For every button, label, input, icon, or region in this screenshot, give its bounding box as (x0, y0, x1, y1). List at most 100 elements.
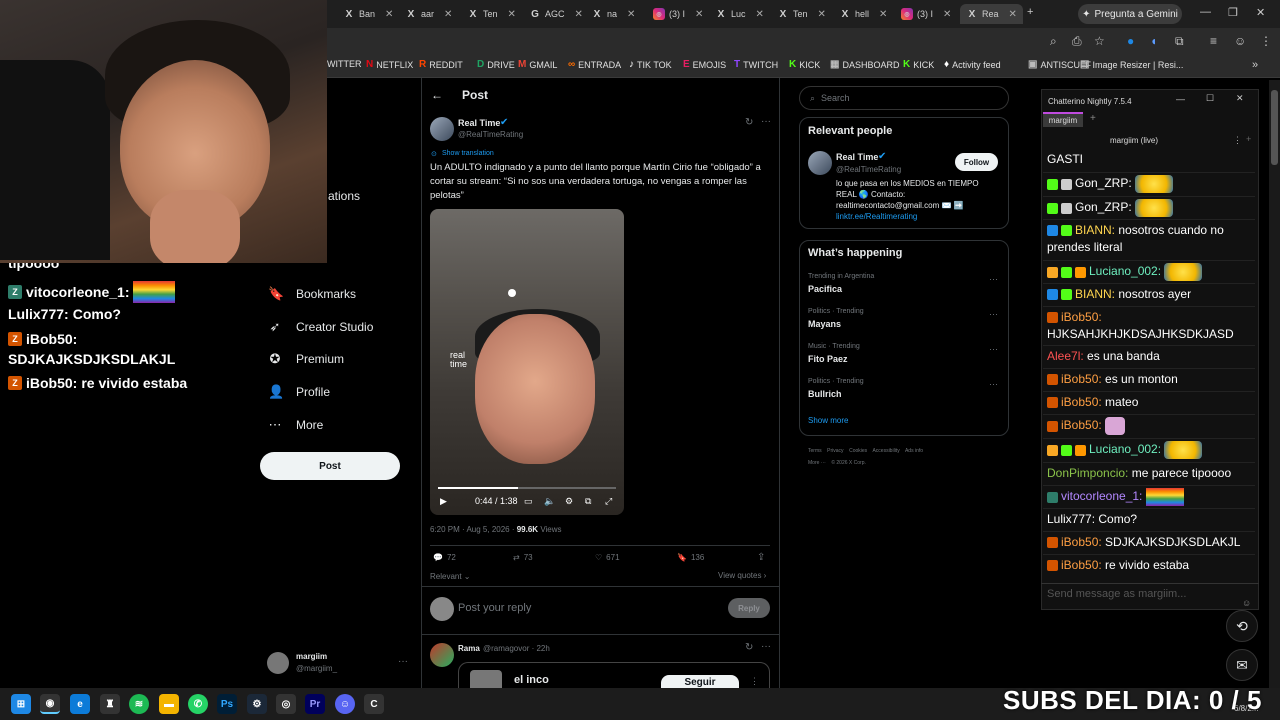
captions-icon[interactable]: ▭ (524, 496, 533, 507)
account-name[interactable]: margiim (296, 652, 327, 661)
chat-input[interactable]: Send message as margiim... (1041, 583, 1259, 610)
post-button[interactable]: Post (260, 452, 400, 480)
messages-button[interactable]: ✉ (1226, 649, 1258, 681)
bookmark-item[interactable]: E EMOJIS (683, 59, 726, 70)
search-input[interactable]: ⌕ Search (799, 86, 1009, 110)
show-translation-link[interactable]: Show translation (442, 150, 494, 157)
like-action[interactable]: ♡ 671 (595, 553, 620, 562)
reply-action[interactable]: 💬 72 (433, 553, 456, 562)
tab-close-icon[interactable]: ✕ (508, 9, 516, 20)
tab-close-icon[interactable]: ✕ (818, 9, 826, 20)
browser-tab[interactable]: Xna ✕ (591, 4, 636, 24)
author-avatar[interactable] (430, 117, 454, 141)
browser-tab[interactable]: G AGC ✕ (529, 4, 583, 24)
trend-more-icon[interactable]: ··· (989, 379, 998, 389)
bookmark-action[interactable]: 🔖 136 (677, 553, 704, 562)
tab-close-icon[interactable]: ✕ (444, 9, 452, 20)
browser-tab[interactable]: X Rea ✕ (960, 4, 1023, 24)
edge-icon[interactable]: e (70, 694, 90, 714)
start-icon[interactable]: ⊞ (11, 694, 31, 714)
photoshop-icon[interactable]: Ps (217, 694, 237, 714)
repost-action[interactable]: ⇄ 73 (513, 553, 533, 562)
reply-input[interactable]: Post your reply (458, 602, 531, 614)
browser-tab[interactable]: X Ban ✕ (343, 4, 394, 24)
steam-icon[interactable]: ⚙ (247, 694, 267, 714)
back-arrow-icon[interactable]: ← (431, 88, 443, 102)
nav-item-premium[interactable]: ✪ Premium (268, 351, 344, 367)
maximize-icon[interactable]: ❐ (1228, 6, 1238, 19)
show-more-link[interactable]: Show more (808, 416, 848, 425)
share-icon[interactable]: ⇪ (757, 552, 765, 563)
trend-name[interactable]: Mayans (808, 319, 841, 329)
close-window-icon[interactable]: ✕ (1256, 6, 1265, 19)
bookmark-item[interactable]: D DRIVE (477, 59, 515, 70)
account-avatar[interactable] (267, 652, 289, 674)
new-tab-icon[interactable]: + (1027, 6, 1033, 18)
trend-more-icon[interactable]: ··· (989, 344, 998, 354)
nav-item-more[interactable]: ⋯ More (268, 417, 324, 433)
author-handle[interactable]: @RealTimeRating (458, 130, 523, 139)
tab-close-icon[interactable]: ✕ (695, 9, 703, 20)
chat-maximize-icon[interactable]: ☐ (1206, 93, 1214, 104)
chat-menu-icon[interactable]: ⋮ (1233, 135, 1242, 146)
chat-minimize-icon[interactable]: — (1176, 94, 1185, 104)
bookmark-item[interactable]: K KICK (903, 59, 934, 70)
nav-item-creator-studio[interactable]: ➶ Creator Studio (268, 319, 374, 335)
bookmarks-overflow-icon[interactable]: » (1252, 59, 1258, 71)
folder-icon[interactable]: ▬ (159, 694, 179, 714)
media-icon[interactable]: ≡ (1210, 34, 1217, 48)
whatsapp-icon[interactable]: ✆ (188, 694, 208, 714)
bookmark-item[interactable]: WITTER (327, 59, 362, 69)
account-more-icon[interactable]: ··· (398, 656, 408, 667)
pip-icon[interactable]: ⧉ (585, 496, 591, 507)
bookmark-item[interactable]: N NETFLIX (366, 59, 413, 70)
grok-button[interactable]: ⟲ (1226, 610, 1258, 642)
volume-icon[interactable]: 🔈 (544, 496, 555, 507)
emoji-icon[interactable]: ☺ (1242, 598, 1251, 608)
bookmark-item[interactable]: R REDDIT (419, 59, 463, 70)
install-icon[interactable]: ⎙ (1072, 34, 1082, 49)
browser-tab[interactable]: X Ten ✕ (467, 4, 516, 24)
tab-close-icon[interactable]: ✕ (943, 9, 951, 20)
tab-close-icon[interactable]: ✕ (385, 9, 393, 20)
bookmark-item[interactable]: ♦ Activity feed (944, 59, 1001, 70)
chat-split-icon[interactable]: + (1246, 134, 1251, 144)
person-name[interactable]: Real Time (836, 152, 878, 162)
spotify-icon[interactable]: ≋ (129, 694, 149, 714)
reply-author-name[interactable]: Rama (458, 644, 480, 653)
browser-tab[interactable]: ◎ (3) I ✕ (901, 4, 951, 24)
chatterino-icon[interactable]: C (364, 694, 384, 714)
bookmark-item[interactable]: K KICK (789, 59, 820, 70)
browser-tab[interactable]: Xaar ✕ (405, 4, 453, 24)
nav-item-profile[interactable]: 👤 Profile (268, 384, 330, 400)
post-video[interactable]: real time ▶ 0:44 / 1:38 ▭ 🔈 ⚙ ⧉ ⤢ (430, 209, 624, 515)
discord-icon[interactable]: ☺ (335, 694, 355, 714)
add-tab-icon[interactable]: + (1090, 113, 1096, 124)
trend-more-icon[interactable]: ··· (989, 309, 998, 319)
follow-button[interactable]: Follow (955, 153, 998, 171)
gemini-button[interactable]: ✦ Pregunta a Gemini (1078, 4, 1182, 24)
tab-close-icon[interactable]: ✕ (879, 9, 887, 20)
trend-name[interactable]: Pacifica (808, 284, 842, 294)
person-avatar[interactable] (808, 151, 832, 175)
reply-more-icon[interactable]: ··· (761, 641, 771, 652)
nav-item-bookmarks[interactable]: 🔖 Bookmarks (268, 286, 356, 302)
browser-tab[interactable]: X Ten ✕ (777, 4, 826, 24)
view-quotes-link[interactable]: View quotes › (718, 571, 766, 580)
browser-tab[interactable]: X Luc ✕ (715, 4, 764, 24)
trend-name[interactable]: Bullrich (808, 389, 842, 399)
grok-icon[interactable]: ↻ (745, 117, 753, 128)
chrome-icon[interactable]: ◉ (40, 694, 60, 714)
chrome-menu-icon[interactable]: ⋮ (1260, 34, 1272, 48)
bookmark-item[interactable]: T TWITCH (734, 59, 778, 70)
fullscreen-icon[interactable]: ⤢ (605, 496, 612, 507)
tab-close-icon[interactable]: ✕ (1009, 9, 1017, 20)
chat-close-icon[interactable]: ✕ (1236, 93, 1244, 104)
bookmark-item[interactable]: ▤ Image Resizer | Resi... (1080, 59, 1183, 70)
tab-close-icon[interactable]: ✕ (575, 9, 583, 20)
reply-author-avatar[interactable] (430, 643, 454, 667)
quote-more-icon[interactable]: ⋮ (750, 676, 759, 687)
relevant-dropdown[interactable]: Relevant ⌄ (430, 572, 471, 581)
premiere-icon[interactable]: Pr (305, 694, 325, 714)
quote-follow-button[interactable]: Seguir (661, 675, 739, 688)
